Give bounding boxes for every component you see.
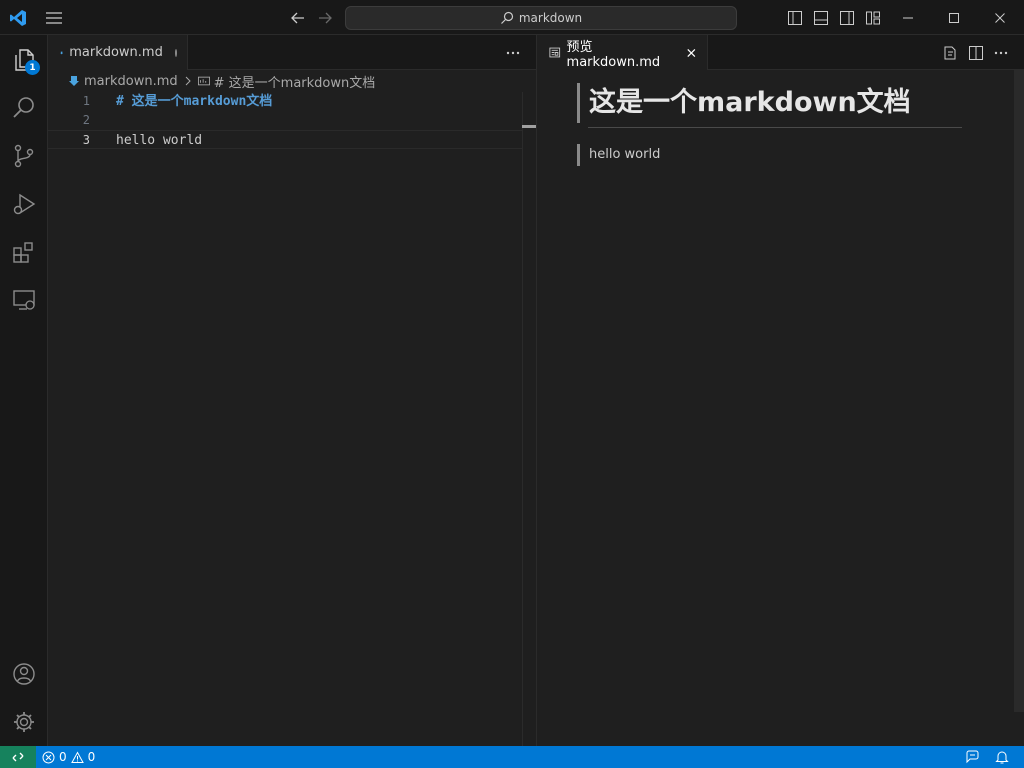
remote-explorer-icon (13, 290, 35, 310)
code-line[interactable]: 2 (48, 111, 522, 130)
tab-strip: markdown.md (48, 35, 536, 70)
symbol-string-icon (197, 76, 210, 86)
close-button[interactable] (977, 0, 1023, 35)
error-icon (42, 751, 55, 763)
search-text: markdown (518, 11, 583, 25)
preview-heading-text: 这是一个markdown文档 (589, 87, 911, 118)
source-control-icon (14, 144, 34, 168)
title-bar: markdown (0, 0, 1024, 35)
command-center-search[interactable]: markdown (345, 6, 737, 30)
activity-bar: 1 (0, 35, 48, 746)
tab-label: markdown.md (69, 45, 163, 60)
remote-icon (12, 752, 24, 762)
problems-indicator[interactable]: 0 0 (42, 746, 95, 768)
preview-scrollbar[interactable] (1014, 70, 1024, 712)
feedback-icon[interactable] (964, 749, 980, 765)
source-control-button[interactable] (0, 132, 48, 180)
line-text: # 这是一个markdown文档 (116, 94, 273, 109)
forward-arrow-icon[interactable] (316, 9, 334, 27)
accounts-button[interactable] (0, 650, 48, 698)
more-actions-icon[interactable] (504, 44, 522, 62)
back-arrow-icon[interactable] (289, 9, 307, 27)
code-line-current[interactable]: 3 hello world (48, 130, 522, 149)
run-and-debug-button[interactable] (0, 180, 48, 228)
error-count: 0 (59, 750, 67, 764)
editor-scrollbar[interactable] (522, 92, 536, 746)
markdown-preview[interactable]: 这是一个markdown文档 hello world (537, 70, 1024, 746)
scroll-position-marker (522, 125, 536, 128)
tab-label: 预览 markdown.md (566, 39, 661, 70)
toggle-primary-sidebar-icon[interactable] (786, 9, 804, 27)
search-icon (500, 11, 513, 24)
gear-icon (14, 712, 34, 732)
run-debug-icon (13, 193, 36, 215)
toggle-secondary-sidebar-icon[interactable] (838, 9, 856, 27)
line-number: 1 (82, 94, 90, 108)
remote-indicator-button[interactable] (0, 746, 36, 768)
preview-heading: 这是一个markdown文档 (577, 83, 961, 123)
open-source-icon[interactable] (941, 44, 959, 62)
split-editor-icon[interactable] (967, 44, 985, 62)
warning-icon (70, 750, 84, 763)
line-number: 2 (82, 113, 90, 127)
vscode-logo-icon (9, 9, 27, 27)
explorer-badge: 1 (25, 60, 40, 75)
breadcrumb-file[interactable]: markdown.md (84, 74, 178, 89)
line-text: hello world (116, 133, 203, 148)
account-icon (13, 663, 35, 685)
chevron-right-icon (185, 76, 191, 86)
code-line[interactable]: 1 # 这是一个markdown文档 (48, 92, 522, 111)
maximize-button[interactable] (931, 0, 977, 35)
notifications-bell-icon[interactable] (994, 749, 1010, 765)
search-view-button[interactable] (0, 84, 48, 132)
manage-button[interactable] (0, 698, 48, 746)
explorer-button[interactable]: 1 (0, 36, 48, 84)
customize-layout-icon[interactable] (864, 9, 882, 27)
breadcrumb: markdown.md # 这是一个markdown文档 (48, 70, 375, 92)
toggle-panel-icon[interactable] (812, 9, 830, 27)
more-actions-icon[interactable] (992, 44, 1010, 62)
preview-heading-rule (588, 127, 962, 128)
line-number: 3 (82, 133, 90, 147)
preview-icon (549, 47, 561, 58)
preview-paragraph: hello world (577, 144, 660, 166)
markdown-file-icon (60, 51, 63, 54)
close-icon[interactable] (686, 47, 697, 59)
menu-icon[interactable] (44, 9, 64, 27)
minimize-button[interactable] (885, 0, 931, 35)
unsaved-dot-icon[interactable] (174, 48, 177, 57)
tab-preview-markdown-md[interactable]: 预览 markdown.md (537, 35, 708, 70)
editor-group-left: markdown.md markdown.md # 这是一个markdown文档… (48, 35, 536, 746)
tab-markdown-md[interactable]: markdown.md (48, 35, 188, 70)
remote-explorer-button[interactable] (0, 276, 48, 324)
extensions-button[interactable] (0, 228, 48, 276)
extensions-icon (13, 242, 33, 263)
warning-count: 0 (87, 750, 96, 764)
status-bar: 0 0 (0, 746, 1024, 768)
markdown-file-icon (69, 76, 79, 86)
search-icon (13, 97, 34, 118)
breadcrumb-symbol[interactable]: # 这是一个markdown文档 (214, 72, 376, 91)
tab-strip: 预览 markdown.md (537, 35, 1024, 70)
editor-group-right: 预览 markdown.md 这是一个markdown文档 hello worl… (537, 35, 1024, 746)
